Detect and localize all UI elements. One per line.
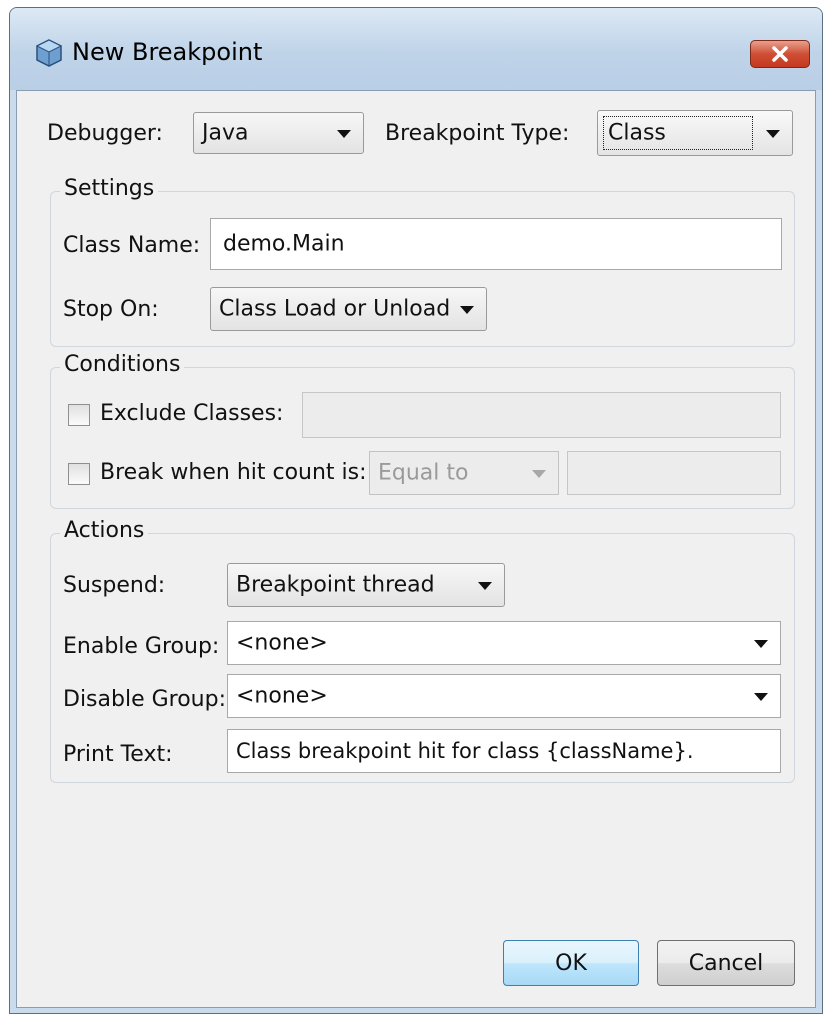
stop-on-select[interactable]: Class Load or Unload [210,287,487,331]
new-breakpoint-dialog: New Breakpoint Debugger: Java Breakpoint… [9,7,823,1014]
chevron-down-icon [460,306,474,314]
disable-group-value: <none> [236,683,328,709]
dialog-content: Debugger: Java Breakpoint Type: Class Se… [16,90,816,1008]
breakpoint-type-select[interactable]: Class [597,110,793,156]
settings-title: Settings [60,176,159,201]
suspend-value: Breakpoint thread [236,572,435,598]
exclude-classes-label: Exclude Classes: [100,401,284,426]
print-text-label: Print Text: [63,742,173,767]
window-title: New Breakpoint [72,38,263,66]
debugger-select[interactable]: Java [193,112,364,154]
cancel-button[interactable]: Cancel [657,940,795,986]
disable-group-label: Disable Group: [63,687,226,712]
close-icon [772,46,788,62]
suspend-select[interactable]: Breakpoint thread [227,563,505,607]
ok-button[interactable]: OK [503,940,639,986]
close-button[interactable] [750,40,810,68]
disable-group-select[interactable]: <none> [227,674,781,718]
chevron-down-icon [754,640,768,648]
class-name-value: demo.Main [223,231,345,257]
enable-group-select[interactable]: <none> [227,621,781,665]
chevron-down-icon [754,693,768,701]
exclude-classes-field[interactable] [302,392,781,438]
chevron-down-icon [337,130,351,138]
breakpoint-type-label: Breakpoint Type: [385,121,570,146]
hit-count-label: Break when hit count is: [100,460,367,485]
chevron-down-icon [766,130,780,138]
enable-group-label: Enable Group: [63,634,220,659]
class-name-label: Class Name: [63,233,201,258]
print-text-value: Class breakpoint hit for class {classNam… [236,739,694,763]
class-name-field[interactable]: demo.Main [210,218,782,270]
breakpoint-type-value: Class [608,120,666,146]
suspend-label: Suspend: [63,573,166,598]
hit-count-field[interactable] [567,451,781,495]
stop-on-value: Class Load or Unload [219,296,451,322]
stop-on-label: Stop On: [63,297,159,322]
conditions-title: Conditions [60,352,185,377]
cancel-button-label: Cancel [688,950,764,976]
exclude-classes-checkbox[interactable] [68,404,90,426]
enable-group-value: <none> [236,630,328,656]
actions-title: Actions [60,518,149,543]
title-bar[interactable]: New Breakpoint [10,8,822,90]
ok-button-label: OK [555,950,587,976]
chevron-down-icon [478,582,492,590]
hit-count-checkbox[interactable] [68,463,90,485]
chevron-down-icon [532,470,546,478]
hit-count-operator-value: Equal to [378,460,469,486]
debugger-select-value: Java [202,120,249,146]
netbeans-cube-icon [35,39,63,67]
print-text-field[interactable]: Class breakpoint hit for class {classNam… [227,729,781,773]
debugger-label: Debugger: [47,121,163,146]
hit-count-operator-select[interactable]: Equal to [369,451,559,495]
